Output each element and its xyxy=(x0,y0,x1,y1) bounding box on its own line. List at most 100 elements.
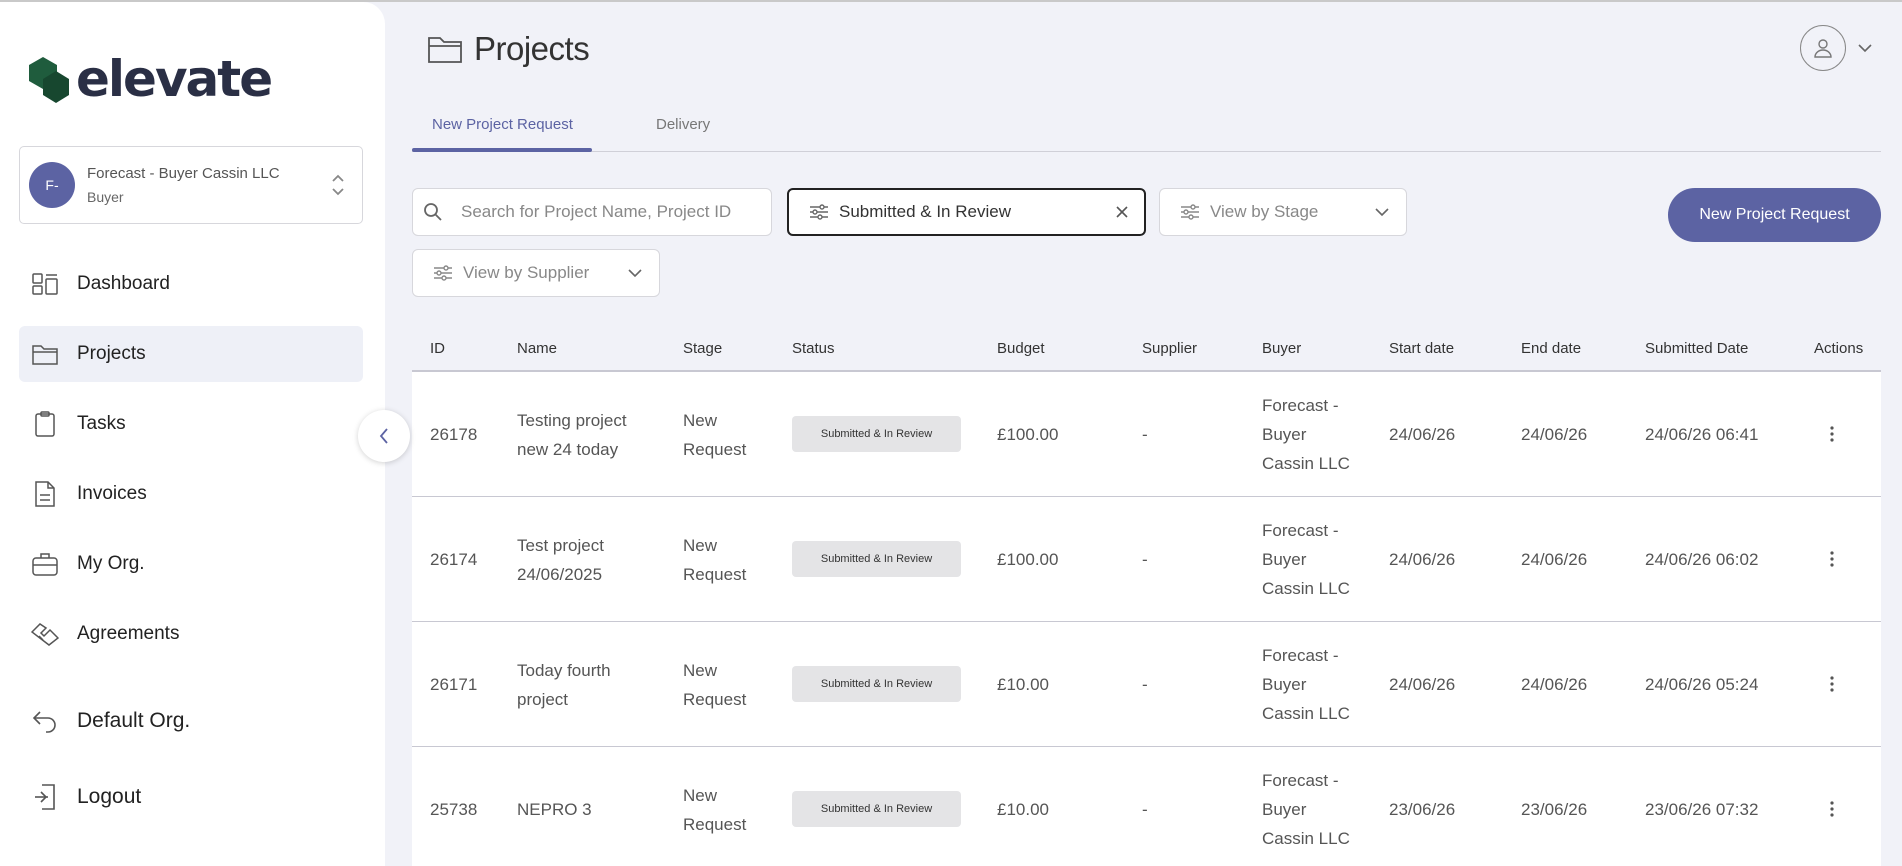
briefcase-icon xyxy=(31,550,59,578)
org-name: Forecast - Buyer Cassin LLC xyxy=(87,165,280,182)
cell-name: NEPRO 3 xyxy=(517,800,592,819)
column-header-status[interactable]: Status xyxy=(792,340,835,357)
cell-submitted-date: 24/06/26 06:02 xyxy=(1645,550,1759,569)
cell-submitted-date: 24/06/26 05:24 xyxy=(1645,675,1759,694)
logo-text: elevate xyxy=(76,50,273,108)
stage-filter[interactable]: View by Stage xyxy=(1159,188,1407,236)
sidebar-item-label: Logout xyxy=(77,785,142,808)
sidebar-item-default-org[interactable]: Default Org. xyxy=(19,693,363,749)
column-header-submitted-date[interactable]: Submitted Date xyxy=(1645,340,1748,357)
cell-supplier: - xyxy=(1142,675,1148,694)
cell-budget: £10.00 xyxy=(997,800,1049,819)
search-input[interactable] xyxy=(461,202,751,222)
cell-name: Test project 24/06/2025 xyxy=(517,536,604,584)
sidebar-item-label: Invoices xyxy=(77,483,147,504)
column-header-buyer[interactable]: Buyer xyxy=(1262,340,1301,357)
table-row[interactable]: 26171 Today fourth project New Request Sub… xyxy=(412,622,1881,747)
stage-filter-placeholder: View by Stage xyxy=(1210,202,1319,221)
status-badge: Submitted & In Review xyxy=(792,791,961,827)
cell-supplier: - xyxy=(1142,425,1148,444)
tab-delivery[interactable]: Delivery xyxy=(656,116,710,133)
table-row[interactable]: 26178 Testing project new 24 today New Req… xyxy=(412,372,1881,497)
sidebar-item-invoices[interactable]: Invoices xyxy=(19,466,363,522)
sidebar-item-label: Projects xyxy=(77,343,146,364)
cell-name: Today fourth project xyxy=(517,661,611,709)
kebab-menu-icon[interactable] xyxy=(1822,547,1842,571)
search-icon xyxy=(424,203,442,221)
cell-buyer: Forecast - Buyer Cassin LLC xyxy=(1262,771,1350,848)
user-menu[interactable] xyxy=(1800,25,1872,71)
cell-submitted-date: 24/06/26 06:41 xyxy=(1645,425,1759,444)
column-header-name[interactable]: Name xyxy=(517,340,557,357)
sidebar-item-dashboard[interactable]: Dashboard xyxy=(19,256,363,312)
column-header-budget[interactable]: Budget xyxy=(997,340,1045,357)
page-title-text: Projects xyxy=(474,30,590,67)
cell-budget: £100.00 xyxy=(997,425,1059,444)
column-header-stage[interactable]: Stage xyxy=(683,340,722,357)
column-header-start-date[interactable]: Start date xyxy=(1389,340,1454,357)
sidebar-item-label: Dashboard xyxy=(77,273,170,294)
sliders-icon xyxy=(434,265,452,281)
column-header-actions: Actions xyxy=(1814,340,1864,357)
tab-new-project-request[interactable]: New Project Request xyxy=(432,116,573,133)
sidebar-nav: Dashboard Projects Tasks Invoices My Org… xyxy=(19,256,363,676)
folder-icon xyxy=(31,340,59,368)
status-badge: Submitted & In Review xyxy=(792,666,961,702)
active-tab-indicator xyxy=(412,148,592,152)
cell-start-date: 23/06/26 xyxy=(1389,800,1456,819)
cell-end-date: 24/06/26 xyxy=(1521,675,1588,694)
logout-icon xyxy=(31,783,59,811)
cell-end-date: 24/06/26 xyxy=(1521,425,1588,444)
logo: elevate xyxy=(26,50,273,108)
cell-start-date: 24/06/26 xyxy=(1389,675,1456,694)
new-project-request-button[interactable]: New Project Request xyxy=(1668,188,1881,242)
sidebar: elevate F- Forecast - Buyer Cassin LLC B… xyxy=(0,2,385,866)
cell-end-date: 24/06/26 xyxy=(1521,550,1588,569)
table-header: ID Name Stage Status Budget Supplier Buy… xyxy=(412,327,1881,372)
org-switcher[interactable]: F- Forecast - Buyer Cassin LLC Buyer xyxy=(19,146,363,224)
supplier-filter[interactable]: View by Supplier xyxy=(412,249,660,297)
sidebar-item-label: Tasks xyxy=(77,413,126,434)
table-row[interactable]: 25738 NEPRO 3 New Request Submitted & In … xyxy=(412,747,1881,866)
user-icon xyxy=(1814,39,1832,58)
column-header-id[interactable]: ID xyxy=(430,340,445,357)
cell-buyer: Forecast - Buyer Cassin LLC xyxy=(1262,396,1350,473)
search-box xyxy=(412,188,772,236)
sidebar-item-logout[interactable]: Logout xyxy=(19,769,363,825)
projects-table: ID Name Stage Status Budget Supplier Buy… xyxy=(412,327,1881,866)
table-row[interactable]: 26174 Test project 24/06/2025 New Request … xyxy=(412,497,1881,622)
cell-supplier: - xyxy=(1142,800,1148,819)
cell-stage: New Request xyxy=(683,536,747,584)
cell-start-date: 24/06/26 xyxy=(1389,425,1456,444)
cell-stage: New Request xyxy=(683,661,747,709)
chevron-down-icon xyxy=(1858,44,1872,53)
sidebar-item-tasks[interactable]: Tasks xyxy=(19,396,363,452)
kebab-menu-icon[interactable] xyxy=(1822,797,1842,821)
org-avatar: F- xyxy=(29,162,75,208)
cell-name: Testing project new 24 today xyxy=(517,411,627,459)
status-filter[interactable]: Submitted & In Review xyxy=(787,188,1146,236)
sidebar-item-my-org[interactable]: My Org. xyxy=(19,536,363,592)
column-header-supplier[interactable]: Supplier xyxy=(1142,340,1197,357)
status-filter-value: Submitted & In Review xyxy=(839,202,1011,221)
page-title: Projects xyxy=(428,30,590,68)
cell-submitted-date: 23/06/26 07:32 xyxy=(1645,800,1759,819)
sidebar-item-label: Agreements xyxy=(77,623,180,644)
column-header-end-date[interactable]: End date xyxy=(1521,340,1581,357)
cell-id: 26178 xyxy=(430,425,478,444)
kebab-menu-icon[interactable] xyxy=(1822,672,1842,696)
folder-icon xyxy=(428,37,462,63)
tab-bar: New Project Request Delivery xyxy=(412,110,1881,152)
sidebar-item-projects[interactable]: Projects xyxy=(19,326,363,382)
clear-filter-icon[interactable] xyxy=(1116,206,1128,218)
collapse-sidebar-button[interactable] xyxy=(358,410,410,462)
cell-stage: New Request xyxy=(683,786,747,834)
kebab-menu-icon[interactable] xyxy=(1822,422,1842,446)
cell-stage: New Request xyxy=(683,411,747,459)
clipboard-icon xyxy=(31,410,59,438)
status-badge: Submitted & In Review xyxy=(792,416,961,452)
sliders-icon xyxy=(810,204,828,220)
sidebar-item-label: My Org. xyxy=(77,553,145,574)
sidebar-item-agreements[interactable]: Agreements xyxy=(19,606,363,662)
dashboard-icon xyxy=(31,270,59,298)
